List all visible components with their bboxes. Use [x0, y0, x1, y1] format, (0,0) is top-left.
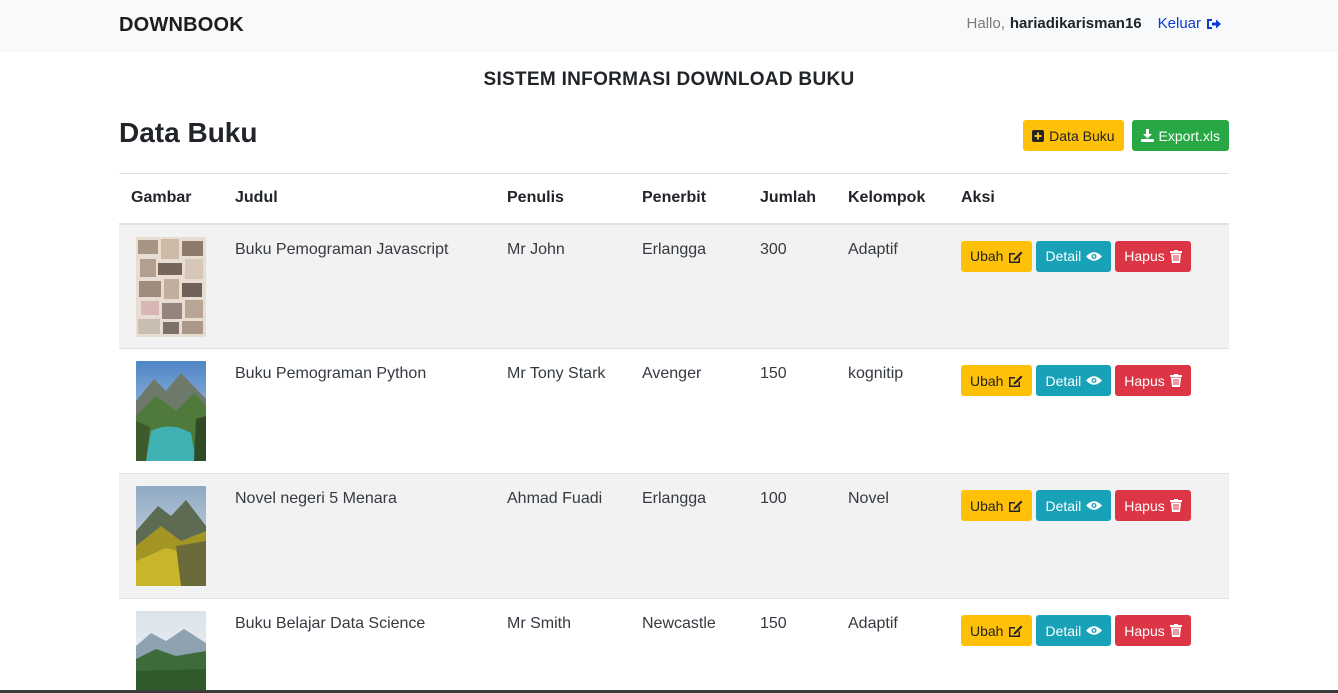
trash-icon: [1169, 499, 1182, 512]
edit-button[interactable]: Ubah: [961, 490, 1033, 521]
edit-icon: [1009, 625, 1023, 637]
book-image-cell: [119, 474, 223, 599]
add-book-label: Data Buku: [1049, 127, 1115, 144]
book-author: Mr John: [507, 240, 565, 258]
delete-label: Hapus: [1124, 372, 1165, 389]
delete-label: Hapus: [1124, 248, 1165, 264]
detail-button[interactable]: Detail: [1036, 365, 1112, 396]
sign-out-icon: [1207, 18, 1221, 29]
detail-button[interactable]: Detail: [1036, 490, 1112, 521]
page-title: Data Buku: [119, 117, 258, 148]
books-table-wrapper: Gambar Judul Penulis Penerbit Jumlah Kel…: [119, 173, 1229, 693]
header-penerbit: Penerbit: [630, 173, 748, 225]
edit-icon: [1009, 500, 1023, 512]
edit-button[interactable]: Ubah: [961, 240, 1033, 272]
table-row: Buku Belajar Data Science Mr Smith Newca…: [119, 599, 1229, 693]
book-image-cell: [119, 349, 223, 474]
detail-button[interactable]: Detail: [1036, 615, 1112, 646]
row-actions-cell: Ubah Detail Hapus: [949, 599, 1229, 693]
table-header-row: Gambar Judul Penulis Penerbit Jumlah Kel…: [119, 173, 1229, 225]
row-actions-cell: Ubah Detail Hapus: [949, 224, 1229, 349]
row-actions-cell: Ubah Detail Hapus: [949, 349, 1229, 474]
book-image-cell: [119, 224, 223, 349]
table-row: Novel negeri 5 Menara Ahmad Fuadi Erlang…: [119, 473, 1229, 599]
user-area: Hallo, hariadikarisman16 Keluar: [967, 15, 1222, 32]
book-author: Mr Smith: [507, 615, 571, 632]
system-title: SISTEM INFORMASI DOWNLOAD BUKU: [483, 69, 855, 90]
book-group: Novel: [848, 490, 889, 507]
header-judul: Judul: [223, 173, 495, 225]
edit-icon: [1009, 375, 1023, 387]
logout-label: Keluar: [1157, 15, 1201, 32]
table-row: Buku Pemograman Javascript Mr John Erlan…: [119, 223, 1229, 349]
trash-icon: [1169, 249, 1182, 263]
navbar: DOWNBOOK Hallo, hariadikarisman16 Keluar: [0, 0, 1338, 52]
eye-icon: [1086, 251, 1103, 261]
header-kelompok: Kelompok: [836, 173, 949, 225]
edit-label: Ubah: [970, 622, 1004, 639]
greeting-text: Hallo,: [966, 15, 1005, 32]
brand-logo[interactable]: DOWNBOOK: [119, 14, 244, 37]
book-title: Buku Belajar Data Science: [235, 615, 426, 632]
edit-button[interactable]: Ubah: [961, 365, 1033, 396]
book-quantity: 100: [760, 490, 787, 507]
book-group: Adaptif: [848, 615, 898, 632]
book-publisher: Erlangga: [642, 240, 707, 258]
top-actions: Data Buku Export.xls: [1023, 120, 1229, 151]
book-author: Ahmad Fuadi: [507, 490, 603, 507]
trash-icon: [1169, 624, 1182, 637]
row-actions-cell: Ubah Detail Hapus: [949, 474, 1229, 599]
delete-label: Hapus: [1124, 622, 1165, 639]
book-group: Adaptif: [848, 240, 898, 258]
username: hariadikarisman16: [1009, 15, 1142, 32]
book-image-cell: [119, 599, 223, 693]
book-quantity: 300: [760, 240, 787, 258]
book-title: Buku Pemograman Javascript: [235, 240, 449, 258]
book-cover-image[interactable]: [136, 361, 206, 461]
header-jumlah: Jumlah: [748, 173, 836, 225]
header-aksi: Aksi: [949, 173, 1229, 225]
detail-label: Detail: [1045, 248, 1082, 264]
book-cover-image[interactable]: [136, 611, 206, 693]
book-title: Buku Pemograman Python: [235, 365, 427, 382]
book-author: Mr Tony Stark: [507, 365, 606, 382]
detail-label: Detail: [1045, 372, 1082, 389]
header-penulis: Penulis: [495, 173, 630, 225]
book-cover-image[interactable]: [136, 486, 206, 586]
delete-button[interactable]: Hapus: [1115, 240, 1191, 272]
edit-button[interactable]: Ubah: [961, 615, 1033, 646]
export-xls-button[interactable]: Export.xls: [1131, 120, 1229, 151]
export-xls-label: Export.xls: [1158, 127, 1220, 144]
detail-label: Detail: [1045, 622, 1082, 639]
book-group: kognitip: [848, 365, 904, 382]
detail-label: Detail: [1045, 497, 1082, 514]
table-row: Buku Pemograman Python Mr Tony Stark Ave…: [119, 349, 1229, 474]
book-publisher: Erlangga: [642, 490, 707, 507]
book-cover-image[interactable]: [136, 236, 206, 337]
plus-square-icon: [1032, 129, 1045, 142]
book-title: Novel negeri 5 Menara: [235, 490, 397, 507]
book-publisher: Newcastle: [642, 615, 716, 632]
eye-icon: [1086, 376, 1103, 385]
eye-icon: [1086, 626, 1103, 635]
book-publisher: Avenger: [642, 365, 702, 382]
book-quantity: 150: [760, 365, 787, 382]
edit-label: Ubah: [970, 248, 1004, 264]
logout-link[interactable]: Keluar: [1158, 15, 1222, 32]
eye-icon: [1086, 501, 1103, 510]
edit-icon: [1009, 251, 1023, 263]
delete-label: Hapus: [1124, 497, 1165, 514]
add-book-button[interactable]: Data Buku: [1023, 120, 1124, 151]
edit-label: Ubah: [970, 497, 1004, 514]
edit-label: Ubah: [970, 372, 1004, 389]
trash-icon: [1169, 374, 1182, 387]
detail-button[interactable]: Detail: [1036, 240, 1112, 272]
books-table: Gambar Judul Penulis Penerbit Jumlah Kel…: [119, 173, 1229, 693]
header-gambar: Gambar: [119, 173, 223, 225]
download-icon: [1140, 129, 1154, 142]
delete-button[interactable]: Hapus: [1115, 490, 1191, 521]
delete-button[interactable]: Hapus: [1115, 365, 1191, 396]
delete-button[interactable]: Hapus: [1115, 615, 1191, 646]
book-quantity: 150: [760, 615, 787, 632]
